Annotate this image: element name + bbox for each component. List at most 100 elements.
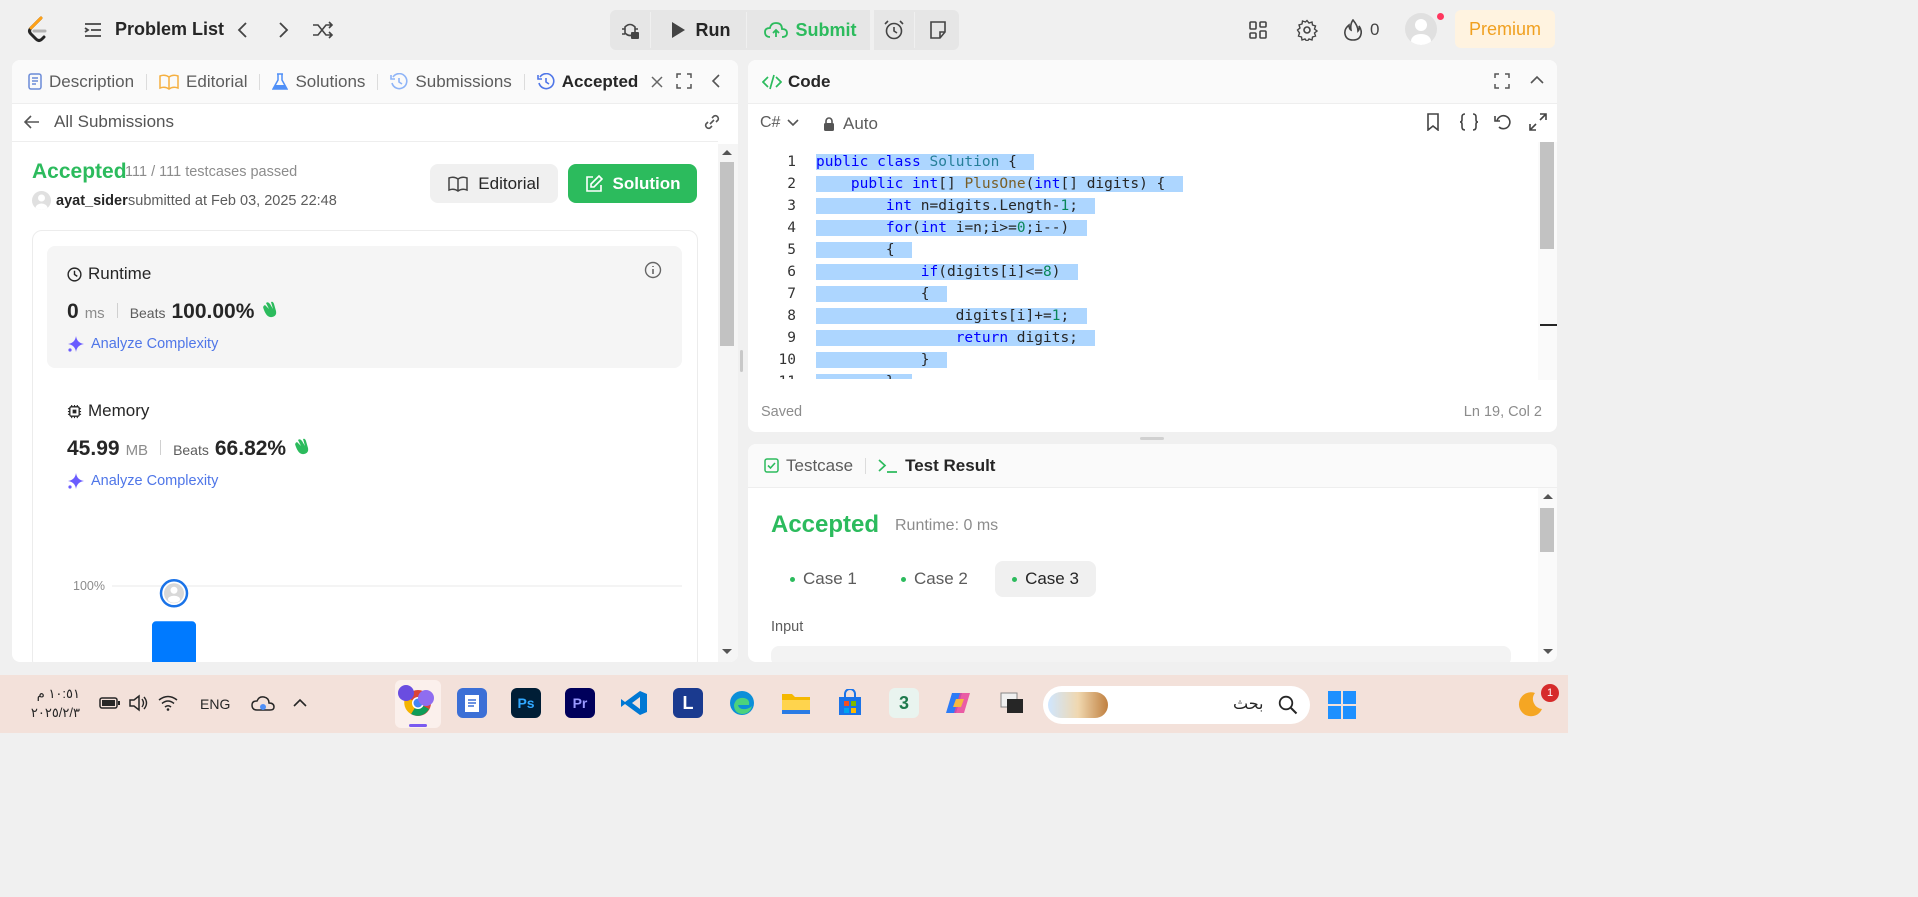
leetcode-logo-icon[interactable] <box>22 14 54 46</box>
vscode-icon[interactable] <box>619 688 649 718</box>
bookmark-icon[interactable] <box>1426 113 1440 131</box>
tab-test-result[interactable]: Test Result <box>866 444 1007 488</box>
search-placeholder: بحث <box>1233 696 1264 713</box>
chip-icon <box>67 404 82 418</box>
runtime-value: 0 <box>67 300 79 323</box>
line-number: 8 <box>787 308 796 324</box>
sparkle-icon <box>68 473 84 489</box>
battery-icon[interactable] <box>99 696 121 710</box>
run-button[interactable]: Run <box>656 12 744 48</box>
tab-solutions[interactable]: Solutions <box>260 60 377 104</box>
avatar[interactable] <box>1405 13 1437 45</box>
username[interactable]: ayat_sider <box>56 193 128 209</box>
file-explorer-icon[interactable] <box>781 688 811 718</box>
volume-icon[interactable] <box>128 694 148 712</box>
scroll-down-icon[interactable] <box>1542 648 1554 656</box>
case-1-tab[interactable]: Case 1 <box>777 561 870 597</box>
clock-time[interactable]: ١٠:٥١ م <box>22 686 80 702</box>
photoshop-icon[interactable]: Ps <box>511 688 541 718</box>
note-icon[interactable] <box>920 12 956 48</box>
code-editor[interactable]: 1 public class Solution { 2 public int[] … <box>748 151 1538 379</box>
format-braces-icon[interactable] <box>1459 113 1479 131</box>
vertical-resize-handle[interactable] <box>740 350 743 372</box>
solution-button-label: Solution <box>612 173 681 193</box>
chart-bar[interactable] <box>152 621 196 662</box>
language-indicator[interactable]: ENG <box>200 696 230 712</box>
result-scroll-thumb[interactable] <box>1540 508 1554 552</box>
clock-icon <box>67 266 82 282</box>
onedrive-icon[interactable] <box>251 695 275 713</box>
app-3-icon[interactable]: 3 <box>889 688 919 718</box>
tab-accepted[interactable]: Accepted <box>525 60 676 104</box>
auto-mode[interactable]: Auto <box>823 114 878 134</box>
close-tab-icon[interactable] <box>651 75 663 88</box>
reset-icon[interactable] <box>1494 113 1512 131</box>
solution-button[interactable]: Solution <box>568 164 697 203</box>
clap-icon <box>263 301 277 318</box>
window-app-icon[interactable] <box>997 688 1027 718</box>
copilot-icon[interactable] <box>943 688 973 718</box>
clock-date[interactable]: ٢٠٢٥/٢/٣ <box>22 705 80 721</box>
shuffle-icon[interactable] <box>310 17 336 43</box>
code-tab[interactable]: Code <box>748 72 831 92</box>
alarm-icon[interactable] <box>876 12 912 48</box>
input-label: Input <box>771 619 804 635</box>
streak-fire-icon[interactable] <box>1342 17 1364 43</box>
line-number: 3 <box>787 198 796 214</box>
tab-testcase[interactable]: Testcase <box>748 444 865 488</box>
edge-icon[interactable] <box>727 688 757 718</box>
memory-analyze-link[interactable]: Analyze Complexity <box>67 472 218 490</box>
problem-list-link[interactable]: Problem List <box>115 19 224 40</box>
submit-label: Submit <box>795 19 857 40</box>
case-3-tab[interactable]: Case 3 <box>995 561 1096 597</box>
settings-gear-icon[interactable] <box>1294 17 1320 43</box>
wifi-icon[interactable] <box>158 695 178 711</box>
l-app-icon[interactable]: L <box>673 688 703 718</box>
scroll-up-icon[interactable] <box>1542 492 1554 500</box>
tab-description[interactable]: Description <box>12 60 146 104</box>
layout-icon[interactable] <box>1245 17 1271 43</box>
language-select[interactable]: C# <box>760 114 800 132</box>
runtime-analyze-link[interactable]: Analyze Complexity <box>67 335 218 353</box>
back-to-submissions[interactable]: All Submissions <box>24 112 174 132</box>
premium-button[interactable]: Premium <box>1455 10 1555 48</box>
next-problem-icon[interactable] <box>272 17 296 43</box>
prev-problem-icon[interactable] <box>230 17 254 43</box>
horizontal-resize-handle[interactable] <box>1140 437 1164 440</box>
tab-editorial[interactable]: Editorial <box>147 60 259 104</box>
divider <box>914 12 915 48</box>
editorial-button[interactable]: Editorial <box>430 164 558 203</box>
left-scroll-thumb[interactable] <box>720 162 734 346</box>
runtime-unit: ms <box>84 305 105 322</box>
chevron-down-icon <box>787 119 800 127</box>
collapse-left-icon[interactable] <box>711 73 721 89</box>
chevron-up-icon[interactable] <box>292 698 308 708</box>
input-box[interactable] <box>771 646 1511 662</box>
link-icon[interactable] <box>702 112 722 132</box>
profile-badge <box>398 685 414 701</box>
run-label: Run <box>695 19 731 40</box>
editor-scroll-thumb[interactable] <box>1540 142 1554 249</box>
premiere-icon[interactable]: Pr <box>565 688 595 718</box>
scroll-down-icon[interactable] <box>721 648 733 656</box>
fullscreen-icon[interactable] <box>1529 113 1547 131</box>
scroll-up-icon[interactable] <box>721 148 733 156</box>
info-icon[interactable] <box>644 261 662 279</box>
code-line: for(int i=n;i>=0;i--) <box>816 217 1087 239</box>
maximize-icon[interactable] <box>1494 73 1510 89</box>
maximize-icon[interactable] <box>676 73 692 89</box>
notepad-icon[interactable] <box>457 688 487 718</box>
windows-start-icon[interactable] <box>1327 690 1357 720</box>
store-icon[interactable] <box>835 688 865 718</box>
line-number: 10 <box>778 352 796 368</box>
case-2-tab[interactable]: Case 2 <box>888 561 981 597</box>
user-avatar[interactable] <box>32 191 51 210</box>
submit-button[interactable]: Submit <box>752 12 868 48</box>
tab-submissions[interactable]: Submissions <box>378 60 523 104</box>
tab-result-label: Test Result <box>905 455 996 475</box>
debug-icon[interactable] <box>612 12 648 48</box>
distribution-chart[interactable]: 100%50% <box>47 510 687 662</box>
line-number: 9 <box>787 330 796 346</box>
collapse-up-icon[interactable] <box>1529 75 1545 85</box>
lock-icon <box>824 116 834 131</box>
